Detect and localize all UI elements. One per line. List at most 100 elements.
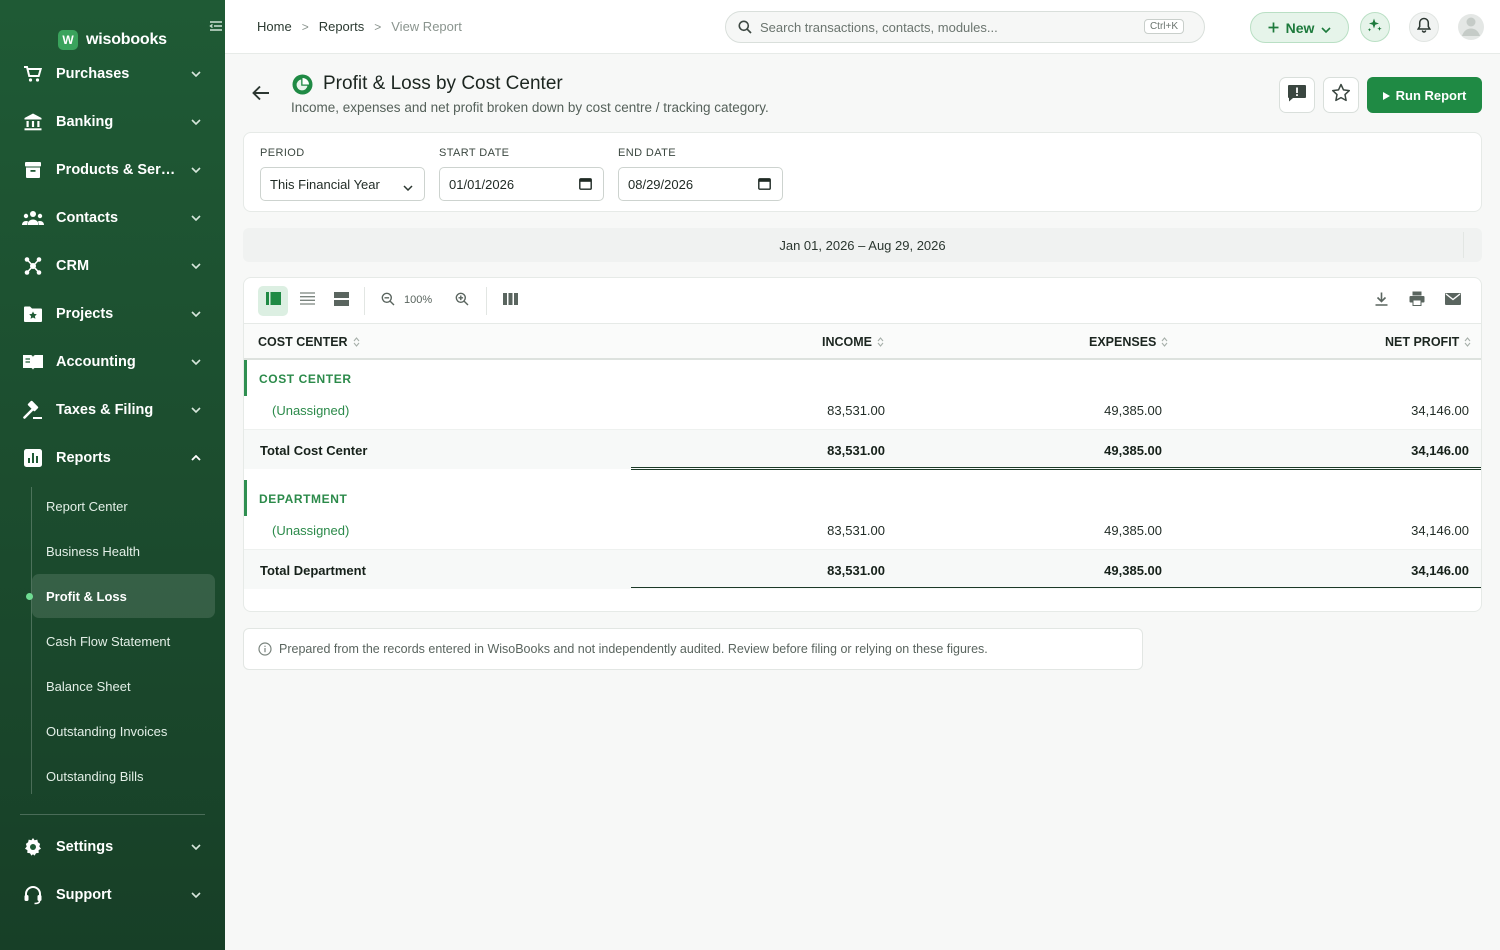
cell-expenses: 49,385.00 [1104,523,1162,538]
page-title: Profit & Loss by Cost Center [323,73,563,94]
breadcrumb-home[interactable]: Home [257,19,292,34]
calendar-icon [758,177,771,193]
filter-panel: PERIOD This Financial Year START DATE 01… [243,132,1482,212]
sidebar-item-label: Projects [56,306,114,322]
sidebar-item-contacts[interactable]: Contacts [0,198,225,238]
search-input[interactable] [760,12,1120,42]
columns-button[interactable] [496,286,524,316]
sidebar-subitem-outstanding-bills[interactable]: Outstanding Bills [32,754,215,798]
column-header-expenses[interactable]: EXPENSES [1089,335,1168,349]
email-button[interactable] [1440,286,1466,316]
mail-icon [1445,292,1461,310]
cart-icon [22,63,44,85]
chevron-down-icon [190,212,202,224]
sidebar-subitem-profit-loss[interactable]: Profit & Loss [32,574,215,618]
back-button[interactable] [250,85,272,105]
start-date-input[interactable]: 01/01/2026 [439,167,604,201]
sidebar-item-crm[interactable]: CRM [0,246,225,286]
chevron-down-icon [190,164,202,176]
feedback-button[interactable] [1279,77,1315,113]
sidebar-item-label: Support [56,887,112,903]
brand[interactable]: W wisobooks [58,30,167,50]
view-standard-button[interactable] [258,286,288,316]
sidebar-item-products-services[interactable]: Products & Services [0,150,225,190]
collapse-sidebar-icon[interactable] [209,20,225,34]
sidebar-item-banking[interactable]: Banking [0,102,225,142]
zoom-out-button[interactable] [376,286,400,316]
table-header: COST CENTER INCOME EXPENSES NET PROFIT [244,323,1481,360]
user-icon [1458,14,1484,40]
columns-icon [502,292,518,310]
column-label: COST CENTER [258,335,348,349]
zoom-out-icon [381,292,395,311]
sidebar-item-settings[interactable]: Settings [0,827,225,867]
sidebar-item-accounting[interactable]: Accounting [0,342,225,382]
new-button[interactable]: New [1250,12,1349,43]
sidebar-subitem-business-health[interactable]: Business Health [32,529,215,573]
view-compact-button[interactable] [326,286,356,316]
download-icon [1375,292,1388,311]
table-row: (Unassigned) 83,531.00 49,385.00 34,146.… [244,513,1481,549]
chart-icon [22,447,44,469]
sidebar-item-reports[interactable]: Reports [0,438,225,478]
sidebar-item-purchases[interactable]: Purchases [0,54,225,94]
row-name-link[interactable]: (Unassigned) [272,403,349,418]
chevron-down-icon [190,404,202,416]
favorite-button[interactable] [1323,77,1359,113]
group-header-cost-center: COST CENTER [244,360,1481,396]
topbar: Home > Reports > View Report Ctrl+K New [225,0,1500,54]
report-table-card: 100% COST CENTER INCOME EXPENSES NET PRO… [243,277,1482,612]
brand-logo: W [58,30,78,50]
zoom-in-icon [455,292,469,311]
chevron-right-icon: > [374,19,382,34]
breadcrumb: Home > Reports > View Report [257,19,462,34]
sidebar-item-label: Reports [56,450,111,466]
sidebar-item-support[interactable]: Support [0,875,225,915]
underline [631,587,1481,589]
list-icon [299,292,315,310]
group-label: DEPARTMENT [259,492,348,506]
divider [1463,232,1464,258]
sidebar-subitem-balance-sheet[interactable]: Balance Sheet [32,664,215,708]
notifications-button[interactable] [1409,12,1439,42]
total-row: Total Department 83,531.00 49,385.00 34,… [244,549,1481,589]
sidebar-item-projects[interactable]: Projects [0,294,225,334]
sidebar-subitem-cash-flow[interactable]: Cash Flow Statement [32,619,215,663]
chevron-up-icon [190,452,202,464]
sidebar-item-taxes-filing[interactable]: Taxes & Filing [0,390,225,430]
avatar[interactable] [1458,14,1484,40]
ai-assistant-button[interactable] [1360,12,1390,42]
column-header-income[interactable]: INCOME [822,335,884,349]
sparkle-icon [1367,17,1383,38]
sidebar-divider [20,814,205,815]
zoom-in-button[interactable] [450,286,474,316]
sidebar-item-label: Purchases [56,66,130,82]
search-bar[interactable]: Ctrl+K [725,11,1205,43]
box-icon [22,159,44,181]
book-icon [22,351,44,373]
column-header-cost-center[interactable]: COST CENTER [258,335,360,349]
sidebar-item-label: Banking [56,114,114,130]
gear-icon [22,836,44,858]
download-button[interactable] [1368,286,1394,316]
feedback-icon [1287,84,1307,107]
cell-expenses: 49,385.00 [1104,403,1162,418]
toolbar-divider [486,287,487,315]
print-button[interactable] [1404,286,1430,316]
run-report-button[interactable]: Run Report [1367,77,1482,113]
printer-icon [1409,291,1425,311]
view-list-button[interactable] [292,286,322,316]
sidebar-subitem-report-center[interactable]: Report Center [32,484,215,528]
start-date-label: START DATE [439,147,510,159]
row-name-link[interactable]: (Unassigned) [272,523,349,538]
column-label: NET PROFIT [1385,335,1460,349]
period-select[interactable]: This Financial Year [260,167,425,201]
breadcrumb-reports[interactable]: Reports [319,19,365,34]
column-header-net-profit[interactable]: NET PROFIT [1385,335,1471,349]
end-date-input[interactable]: 08/29/2026 [618,167,783,201]
view-standard-icon [265,292,281,310]
sidebar-subitem-outstanding-invoices[interactable]: Outstanding Invoices [32,709,215,753]
table-row: (Unassigned) 83,531.00 49,385.00 34,146.… [244,393,1481,429]
bank-icon [22,111,44,133]
period-value: This Financial Year [270,176,380,192]
